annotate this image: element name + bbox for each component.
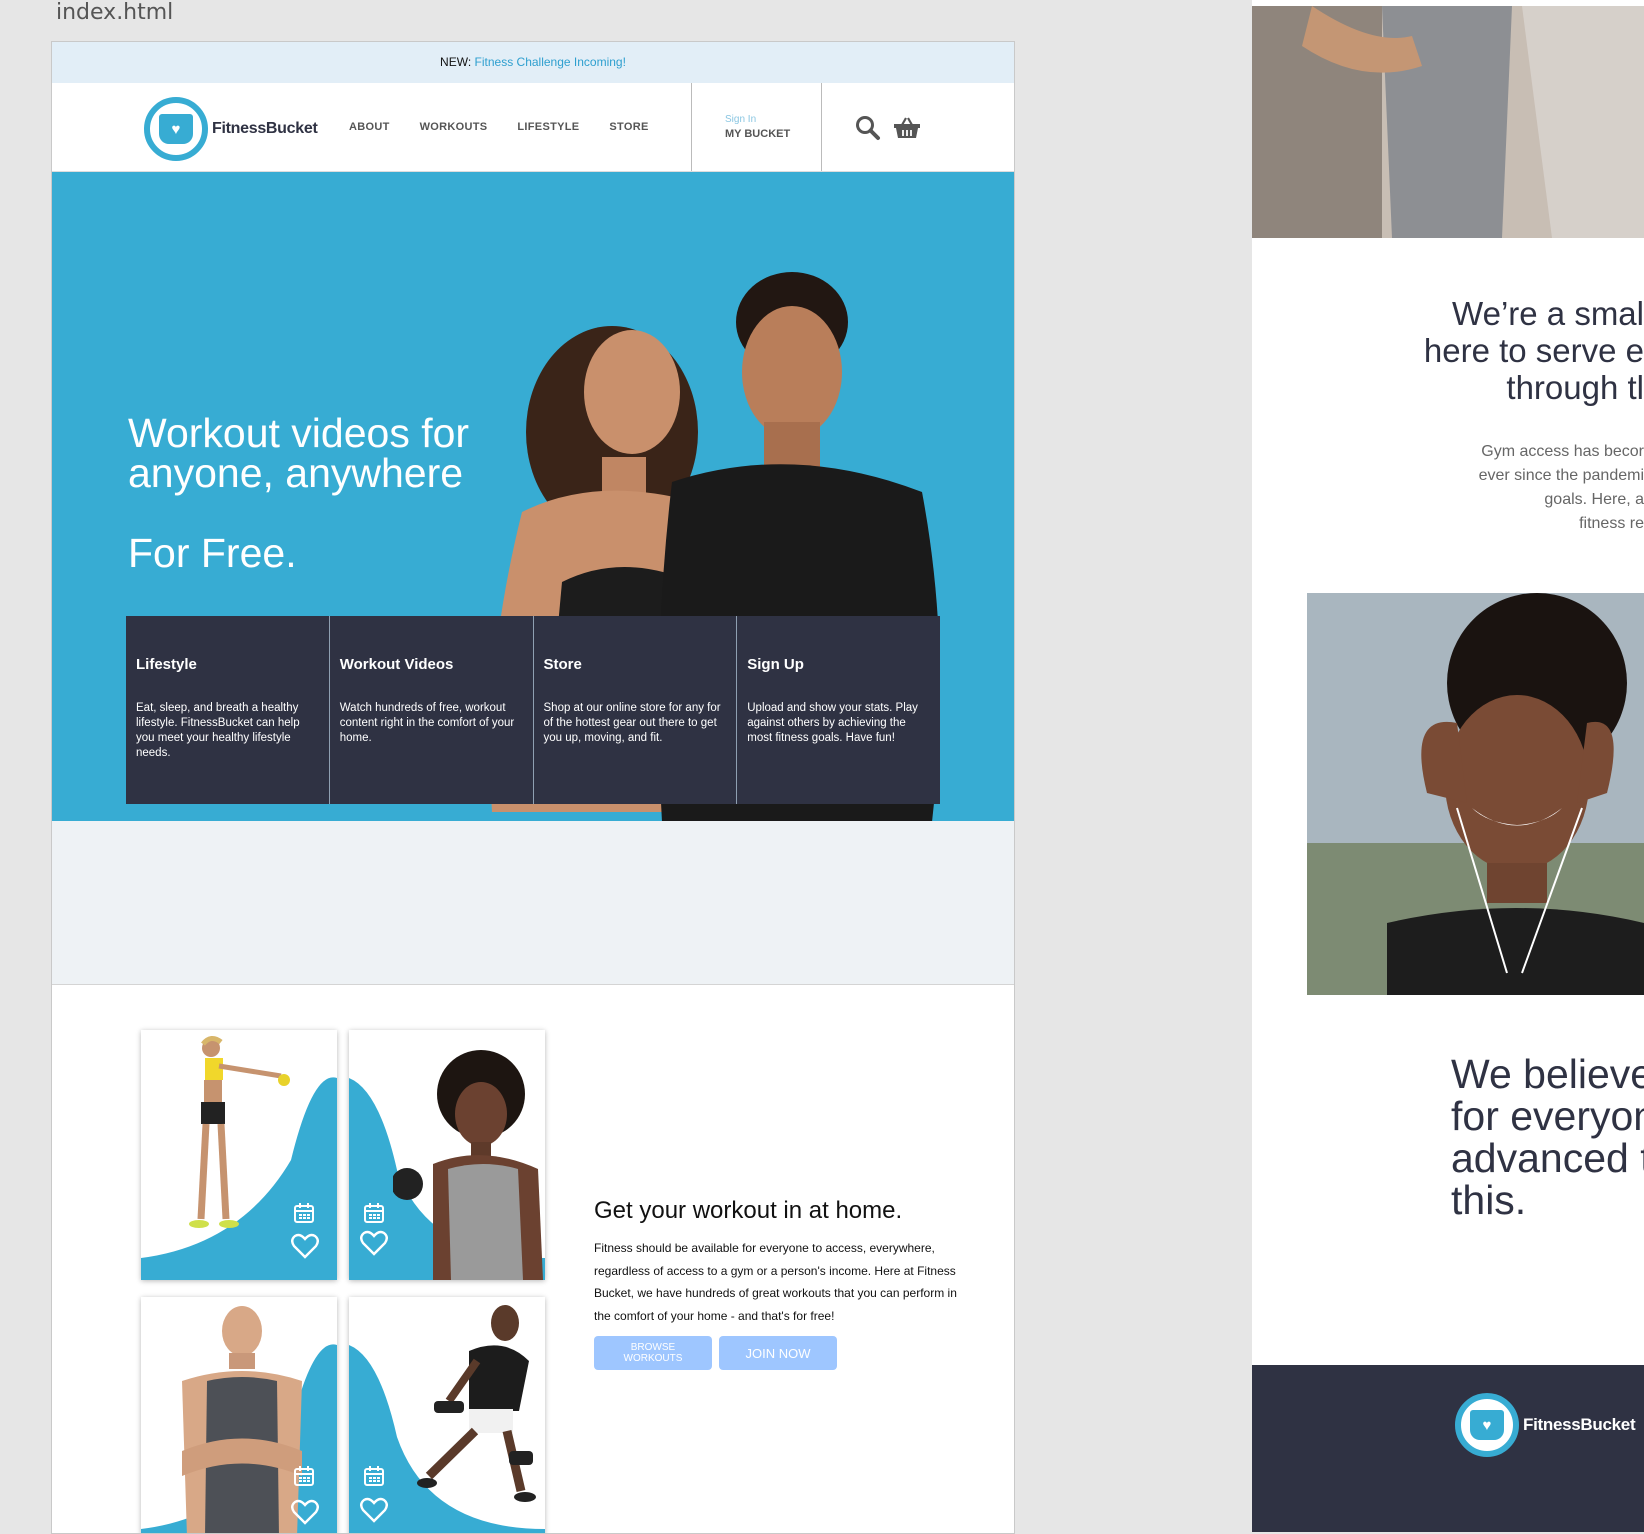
feature-text: Watch hundreds of free, workout content … <box>339 702 515 744</box>
feature-sign-up[interactable]: Sign Up Upload and show your stats. Play… <box>737 616 940 804</box>
nav-links: ABOUT WORKOUTS LIFESTYLE STORE <box>349 121 649 133</box>
workout-card[interactable] <box>141 1297 337 1533</box>
brand-logo[interactable]: ♥ FitnessBucket <box>144 97 318 161</box>
workouts-body: Fitness should be available for everyone… <box>594 1241 957 1323</box>
footer-brand-name: FitnessBucket <box>1523 1415 1636 1434</box>
browse-workouts-button[interactable]: BROWSE WORKOUTS <box>594 1336 712 1370</box>
bucket-logo-icon: ♥ <box>144 97 208 161</box>
hero-subheadline: For Free. <box>128 530 297 576</box>
feature-store[interactable]: Store Shop at our online store for any f… <box>533 616 738 804</box>
gym-photo <box>1252 6 1644 238</box>
workout-person-image <box>393 1050 543 1280</box>
workout-person-image <box>182 1306 302 1533</box>
workouts-heading: Get your workout in at home. <box>594 1197 903 1224</box>
artboard-about-page: We’re a smal here to serve e through tl … <box>1252 0 1644 1532</box>
nav-divider <box>821 83 822 171</box>
bucket-logo-icon: ♥ <box>1455 1393 1519 1457</box>
workout-person-image <box>189 1036 290 1228</box>
feature-band <box>52 821 1014 984</box>
announcement-link[interactable]: Fitness Challenge Incoming! <box>475 55 626 69</box>
sign-in-link[interactable]: Sign In <box>725 114 756 125</box>
feature-title: Sign Up <box>747 656 804 673</box>
feature-text: Eat, sleep, and breath a healthy lifesty… <box>136 702 300 759</box>
artboard-filename: index.html <box>56 0 174 25</box>
artboard-homepage: NEW: Fitness Challenge Incoming! ♥ Fitne… <box>51 41 1015 1534</box>
feature-title: Workout Videos <box>339 656 454 673</box>
workout-card[interactable] <box>141 1030 337 1280</box>
nav-divider <box>691 83 692 171</box>
feature-title: Store <box>543 656 582 673</box>
nav-link-store[interactable]: STORE <box>609 121 648 133</box>
feature-workout-videos[interactable]: Workout Videos Watch hundreds of free, w… <box>329 616 534 804</box>
announcement-prefix: NEW: <box>440 55 472 69</box>
feature-text: Shop at our online store for any for of … <box>543 702 721 744</box>
about-body: Gym access has becor ever since the pand… <box>1478 443 1644 532</box>
heart-icon[interactable] <box>291 1233 319 1259</box>
heart-icon[interactable] <box>360 1230 388 1256</box>
woman-earphones-photo <box>1307 593 1644 995</box>
nav-link-about[interactable]: ABOUT <box>349 121 390 133</box>
feature-title: Lifestyle <box>136 656 197 673</box>
nav-link-lifestyle[interactable]: LIFESTYLE <box>517 121 579 133</box>
nav-link-workouts[interactable]: WORKOUTS <box>420 121 488 133</box>
heart-icon[interactable] <box>360 1497 388 1523</box>
workout-person-image <box>417 1305 536 1502</box>
feature-panel: Lifestyle Eat, sleep, and breath a healt… <box>126 616 940 804</box>
main-nav: ♥ FitnessBucket ABOUT WORKOUTS LIFESTYLE… <box>52 83 1014 172</box>
search-icon[interactable] <box>855 115 881 141</box>
calendar-icon[interactable] <box>293 1465 315 1487</box>
footer: ♥ FitnessBucket <box>1252 1365 1644 1532</box>
workout-card[interactable] <box>349 1030 545 1280</box>
footer-logo[interactable]: ♥ FitnessBucket <box>1455 1393 1636 1457</box>
workouts-section: Get your workout in at home. Fitness sho… <box>52 984 1014 1533</box>
believe-heading: We believe for everyon advanced t this. <box>1451 1051 1644 1223</box>
join-now-button[interactable]: JOIN NOW <box>719 1336 837 1370</box>
about-heading: We’re a smal here to serve e through tl <box>1423 295 1644 406</box>
feature-lifestyle[interactable]: Lifestyle Eat, sleep, and breath a healt… <box>126 616 330 804</box>
announcement-bar: NEW: Fitness Challenge Incoming! <box>52 42 1014 83</box>
heart-icon[interactable] <box>291 1499 319 1525</box>
feature-text: Upload and show your stats. Play against… <box>747 702 918 744</box>
basket-icon[interactable] <box>893 117 921 139</box>
calendar-icon[interactable] <box>363 1202 385 1224</box>
calendar-icon[interactable] <box>363 1465 385 1487</box>
calendar-icon[interactable] <box>293 1202 315 1224</box>
brand-name: FitnessBucket <box>212 120 318 137</box>
my-bucket-link[interactable]: MY BUCKET <box>725 128 790 140</box>
workout-card[interactable] <box>349 1297 545 1533</box>
hero-headline: Workout videos for anyone, anywhere <box>128 410 470 496</box>
